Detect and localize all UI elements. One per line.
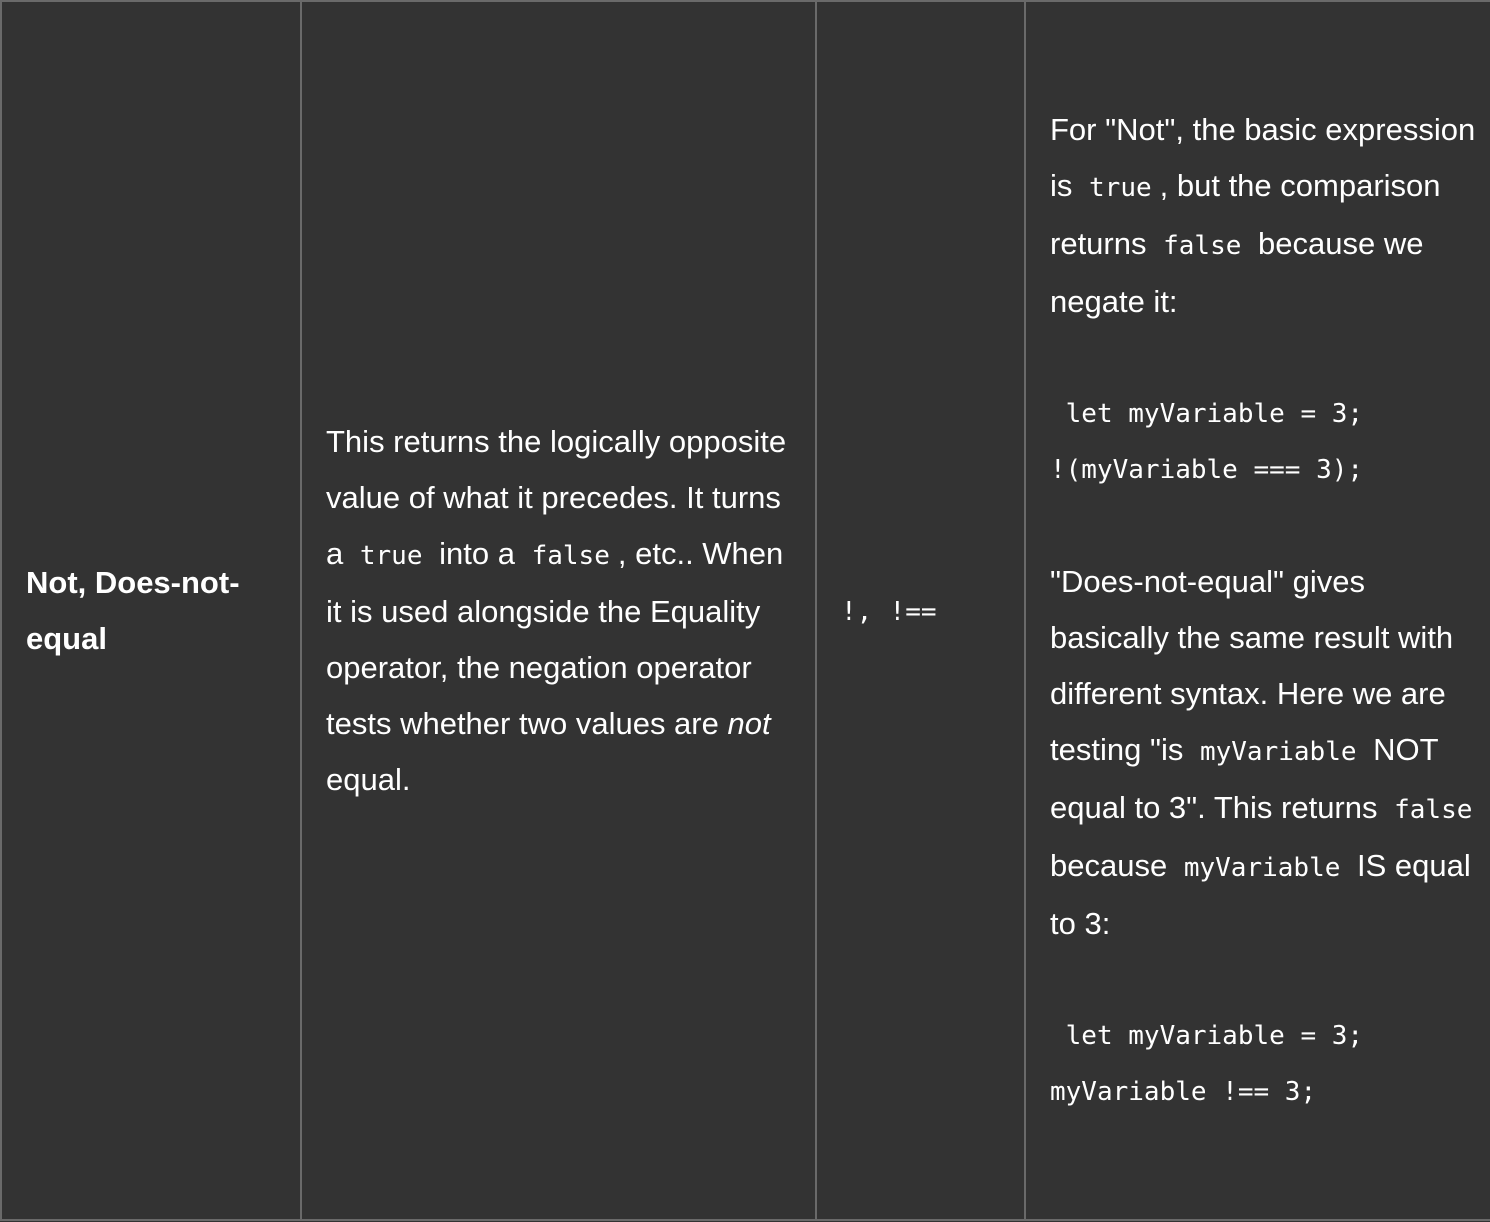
operators-table: Not, Does-not-equal This returns the log… bbox=[0, 0, 1490, 1221]
notes-code-myvariable: myVariable bbox=[1199, 736, 1357, 767]
code-example-dne-line2: myVariable !== 3; bbox=[1050, 1076, 1317, 1107]
symbol-not: ! bbox=[841, 596, 857, 627]
notes-cell: For "Not", the basic expression is true,… bbox=[1024, 0, 1490, 1221]
notes-code-true: true bbox=[1089, 172, 1152, 203]
description-part4: equal. bbox=[326, 761, 411, 797]
notes-code-false2: false bbox=[1394, 794, 1473, 825]
notes-code-false: false bbox=[1163, 230, 1242, 261]
code-true: true bbox=[359, 540, 423, 571]
description-part2: into a bbox=[439, 535, 515, 571]
emphasis-not: not bbox=[727, 705, 771, 741]
notes-intro: For "Not", the basic expression is true,… bbox=[1050, 102, 1486, 330]
symbol-separator: , bbox=[856, 596, 873, 627]
symbol-not-equal: !== bbox=[889, 596, 937, 627]
code-false: false bbox=[531, 540, 610, 571]
description-cell: This returns the logically opposite valu… bbox=[300, 0, 817, 1221]
notes-dne-part3: because bbox=[1050, 847, 1168, 883]
notes-code-myvariable2: myVariable bbox=[1183, 852, 1341, 883]
code-example-not-line2: !(myVariable === 3); bbox=[1050, 454, 1364, 485]
notes-does-not-equal: "Does-not-equal" gives basically the sam… bbox=[1050, 554, 1486, 952]
table-row: Not, Does-not-equal This returns the log… bbox=[0, 0, 1490, 1221]
operator-name-cell: Not, Does-not-equal bbox=[0, 0, 302, 1221]
description-text: This returns the logically opposite valu… bbox=[326, 414, 791, 808]
code-example-not-line1: let myVariable = 3; bbox=[1050, 398, 1364, 429]
code-example-dne-line1: let myVariable = 3; bbox=[1050, 1020, 1364, 1051]
operator-name: Not, Does-not-equal bbox=[26, 564, 240, 656]
symbol-cell: !, !== bbox=[815, 0, 1026, 1221]
